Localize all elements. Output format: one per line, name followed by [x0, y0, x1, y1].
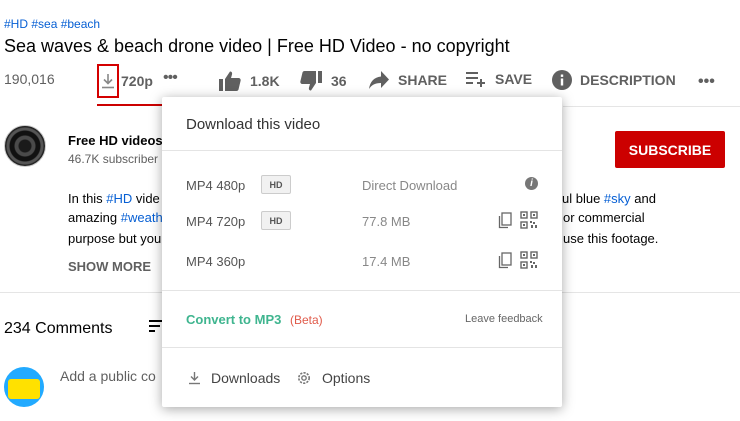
more-download-options-icon[interactable]: •••: [163, 69, 178, 87]
qr-code-icon[interactable]: [520, 251, 538, 269]
format-label: MP4 480p: [186, 178, 246, 193]
like-button[interactable]: 1.8K: [218, 70, 280, 92]
video-hashtags[interactable]: #HD #sea #beach: [4, 17, 100, 31]
video-title: Sea waves & beach drone video | Free HD …: [4, 36, 510, 56]
show-more-button[interactable]: SHOW MORE: [68, 259, 151, 274]
download-row-360p[interactable]: MP4 360p 17.4 MB: [186, 250, 538, 274]
hashtag-link[interactable]: #HD: [106, 191, 132, 206]
file-size: 17.4 MB: [362, 254, 411, 269]
save-button[interactable]: SAVE: [465, 70, 532, 88]
download-row-480p[interactable]: MP4 480p HD Direct Download i: [186, 174, 538, 198]
gear-icon: [298, 372, 310, 384]
description-line-1-right: ul blue #sky and: [562, 191, 656, 206]
popup-title: Download this video: [186, 116, 321, 133]
format-label: MP4 360p: [186, 254, 246, 269]
subscriber-count: 46.7K subscriber: [68, 152, 159, 166]
beta-badge: (Beta): [290, 313, 323, 327]
thumbs-down-icon: [300, 71, 322, 91]
channel-avatar[interactable]: [4, 125, 46, 167]
save-label: SAVE: [495, 71, 533, 87]
view-count: 190,016: [4, 71, 55, 87]
copy-link-icon[interactable]: [498, 212, 512, 229]
dislike-count: 36: [331, 73, 347, 89]
convert-to-mp3-link[interactable]: Convert to MP3: [186, 312, 281, 327]
download-popup: Download this video MP4 480p HD Direct D…: [162, 97, 562, 407]
channel-name[interactable]: Free HD videos: [68, 133, 163, 148]
qr-code-icon[interactable]: [520, 211, 538, 229]
description-line-3-right: use this footage.: [563, 231, 659, 246]
divider: [162, 150, 562, 151]
description-button[interactable]: DESCRIPTION: [552, 70, 676, 90]
description-label: DESCRIPTION: [580, 72, 676, 88]
hashtag-link[interactable]: #sky: [604, 191, 631, 206]
hd-badge: HD: [261, 211, 291, 230]
divider: [563, 106, 740, 107]
divider: [162, 347, 562, 348]
options-button[interactable]: Options: [296, 370, 370, 386]
downloads-label: Downloads: [211, 370, 281, 386]
options-label: Options: [322, 370, 371, 386]
description-line-1-left: In this #HD vide: [68, 191, 160, 206]
share-icon: [369, 71, 389, 89]
like-count: 1.8K: [250, 73, 280, 89]
description-line-2-left: amazing #weath: [68, 210, 163, 225]
more-actions-icon[interactable]: •••: [698, 73, 715, 91]
leave-feedback-link[interactable]: Leave feedback: [465, 313, 543, 325]
hd-badge: HD: [261, 175, 291, 194]
download-icon: [102, 74, 114, 89]
divider: [162, 290, 562, 291]
format-label: MP4 720p: [186, 214, 246, 229]
comments-count: 234 Comments: [4, 320, 113, 337]
info-icon: [552, 70, 572, 90]
download-active-indicator: [97, 104, 163, 106]
info-icon[interactable]: i: [525, 177, 538, 190]
download-row-720p[interactable]: MP4 720p HD 77.8 MB: [186, 210, 538, 234]
copy-link-icon[interactable]: [498, 252, 512, 269]
add-comment-input[interactable]: Add a public co: [60, 368, 156, 384]
share-button[interactable]: SHARE: [368, 70, 447, 90]
hashtag-link[interactable]: #weath: [121, 210, 163, 225]
downloads-button[interactable]: Downloads: [188, 370, 280, 386]
dislike-button[interactable]: 36: [299, 70, 347, 92]
description-line-2-right: or commercial: [563, 210, 645, 225]
description-line-3-left: purpose but you: [68, 231, 162, 246]
direct-download-link[interactable]: Direct Download: [362, 178, 457, 193]
user-avatar: [4, 367, 44, 407]
download-icon: [189, 372, 200, 385]
share-label: SHARE: [398, 72, 448, 88]
thumbs-up-icon: [219, 71, 241, 91]
download-button[interactable]: [97, 64, 119, 98]
playlist-add-icon: [466, 72, 485, 87]
quality-label[interactable]: 720p: [121, 73, 153, 89]
file-size: 77.8 MB: [362, 214, 411, 229]
subscribe-button[interactable]: SUBSCRIBE: [615, 131, 725, 168]
